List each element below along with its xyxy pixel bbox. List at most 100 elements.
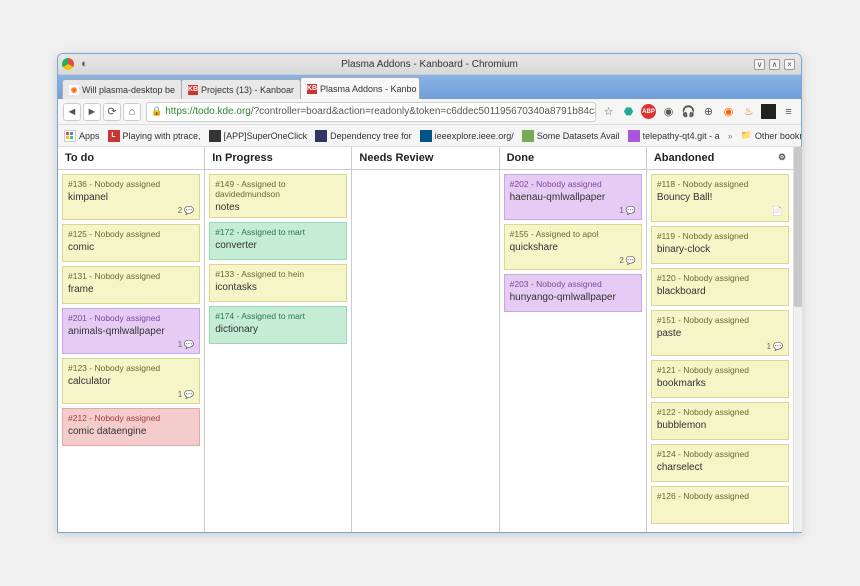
kanban-card[interactable]: #124 - Nobody assignedcharselect xyxy=(651,444,789,482)
comment-count: 1 xyxy=(767,342,771,351)
kanban-card[interactable]: #120 - Nobody assigned blackboard xyxy=(651,268,789,306)
column-body: #118 - Nobody assignedBouncy Ball! #119 -… xyxy=(647,170,793,532)
column-header: Done xyxy=(500,147,646,170)
browser-tab[interactable]: KBProjects (13) - Kanboar× xyxy=(181,79,301,99)
card-meta: #118 - Nobody assigned xyxy=(657,179,783,189)
ext2-icon[interactable]: ◉ xyxy=(661,104,676,119)
bookmark-icon xyxy=(522,130,534,142)
bookmark-label: ieeexplore.ieee.org/ xyxy=(435,131,514,141)
board-column: In Progress #149 - Assigned to davidedmun… xyxy=(205,147,352,532)
card-title: calculator xyxy=(68,376,194,387)
kanban-card[interactable]: #126 - Nobody assigned xyxy=(651,486,789,524)
card-meta: #174 - Assigned to mart xyxy=(215,311,341,321)
column-body xyxy=(352,170,498,532)
ext3-icon[interactable]: ⊕ xyxy=(701,104,716,119)
card-title: icontasks xyxy=(215,282,341,293)
card-footer: 1 xyxy=(68,340,194,349)
card-title: bookmarks xyxy=(657,378,783,389)
card-title: frame xyxy=(68,284,194,295)
bookmark-item[interactable]: Some Datasets Avail xyxy=(522,130,620,142)
kanban-card[interactable]: #174 - Assigned to martdictionary xyxy=(209,306,347,344)
bookmark-item[interactable]: [APP]SuperOneClick xyxy=(209,130,308,142)
card-meta: #201 - Nobody assigned xyxy=(68,313,194,323)
kanban-card[interactable]: #203 - Nobody assignedhunyango-qmlwallpa… xyxy=(504,274,642,312)
kanban-card[interactable]: #121 - Nobody assignedbookmarks xyxy=(651,360,789,398)
forward-button[interactable]: ► xyxy=(83,103,101,121)
tab-favicon: KB xyxy=(307,84,317,94)
kanban-card[interactable]: #136 - Nobody assignedkimpanel2 xyxy=(62,174,200,220)
card-footer: 1 xyxy=(510,206,636,215)
bookmark-item[interactable]: Dependency tree for xyxy=(315,130,412,142)
kanban-card[interactable]: #131 - Nobody assignedframe xyxy=(62,266,200,304)
card-meta: #123 - Nobody assigned xyxy=(68,363,194,373)
lock-icon: 🔒 xyxy=(151,106,162,117)
minimize-button[interactable]: ∨ xyxy=(754,59,765,70)
bookmark-item[interactable]: ieeexplore.ieee.org/ xyxy=(420,130,514,142)
board-column: To do #136 - Nobody assignedkimpanel2 #125… xyxy=(58,147,205,532)
headphones-icon[interactable]: 🎧 xyxy=(681,104,696,119)
scroll-thumb[interactable] xyxy=(794,147,802,307)
kanban-card[interactable]: #125 - Nobody assignedcomic xyxy=(62,224,200,262)
column-title: Done xyxy=(507,152,535,164)
browser-tab[interactable]: KBPlasma Addons - Kanbo× xyxy=(300,77,420,99)
browser-tab[interactable]: ◉Will plasma-desktop be× xyxy=(62,79,182,99)
card-title: notes xyxy=(215,202,341,213)
card-title: paste xyxy=(657,328,783,339)
close-button[interactable]: × xyxy=(784,59,795,70)
flame-icon[interactable]: ♨ xyxy=(741,104,756,119)
bookmark-item[interactable]: Apps xyxy=(64,130,100,142)
bookmark-label: Playing with ptrace, xyxy=(123,131,201,141)
ext4-icon[interactable] xyxy=(761,104,776,119)
reddit-icon[interactable]: ◉ xyxy=(721,104,736,119)
card-footer: 2 xyxy=(510,256,636,265)
home-button[interactable]: ⌂ xyxy=(123,103,141,121)
column-title: In Progress xyxy=(212,152,273,164)
kanban-card[interactable]: #212 - Nobody assigned comic dataengine xyxy=(62,408,200,446)
menu-icon[interactable]: ≡ xyxy=(781,104,796,119)
kanban-card[interactable]: #202 - Nobody assignedhaenau-qmlwallpape… xyxy=(504,174,642,220)
tab-label: Plasma Addons - Kanbo xyxy=(320,84,417,94)
card-meta: #203 - Nobody assigned xyxy=(510,279,636,289)
bookmark-item[interactable]: LPlaying with ptrace, xyxy=(108,130,201,142)
card-meta: #212 - Nobody assigned xyxy=(68,413,194,423)
kanban-card[interactable]: #172 - Assigned to martconverter xyxy=(209,222,347,260)
card-meta: #120 - Nobody assigned xyxy=(657,273,783,283)
bookmark-item[interactable]: telepathy-qt4.git - a xyxy=(628,130,720,142)
other-bookmarks[interactable]: 📁Other bookmarks xyxy=(741,130,801,141)
star-icon[interactable]: ☆ xyxy=(601,104,616,119)
card-title: blackboard xyxy=(657,286,783,297)
kanban-card[interactable]: #155 - Assigned to apolquickshare2 xyxy=(504,224,642,270)
card-footer: 2 xyxy=(68,206,194,215)
url-bar[interactable]: 🔒 https://todo.kde.org/?controller=board… xyxy=(146,102,596,122)
ext1-icon[interactable]: ⬣ xyxy=(621,104,636,119)
kanban-card[interactable]: #123 - Nobody assignedcalculator1 xyxy=(62,358,200,404)
card-meta: #119 - Nobody assigned xyxy=(657,231,783,241)
bookmark-label: [APP]SuperOneClick xyxy=(224,131,308,141)
card-footer: 1 xyxy=(657,342,783,351)
kanban-card[interactable]: #151 - Nobody assignedpaste1 xyxy=(651,310,789,356)
card-meta: #149 - Assigned to davidedmundson xyxy=(215,179,341,199)
kanban-card[interactable]: #149 - Assigned to davidedmundson notes xyxy=(209,174,347,218)
kanban-card[interactable]: #118 - Nobody assignedBouncy Ball! xyxy=(651,174,789,222)
bookmark-label: Apps xyxy=(79,131,100,141)
bookmark-overflow-icon[interactable]: » xyxy=(728,131,733,141)
card-title: bubblemon xyxy=(657,420,783,431)
card-meta: #133 - Assigned to hein xyxy=(215,269,341,279)
kanban-card[interactable]: #122 - Nobody assignedbubblemon xyxy=(651,402,789,440)
kanban-card[interactable]: #133 - Assigned to hein icontasks xyxy=(209,264,347,302)
abp-icon[interactable]: ABP xyxy=(641,104,656,119)
reload-button[interactable]: ⟳ xyxy=(103,103,121,121)
back-button[interactable]: ◄ xyxy=(63,103,81,121)
titlebar: ◐ Plasma Addons - Kanboard - Chromium ∨ … xyxy=(58,54,801,75)
scrollbar[interactable] xyxy=(793,147,802,532)
column-header: Abandoned⚙ xyxy=(647,147,793,170)
column-header: To do xyxy=(58,147,204,170)
card-title: comic dataengine xyxy=(68,426,194,437)
kanban-card[interactable]: #201 - Nobody assignedanimals-qmlwallpap… xyxy=(62,308,200,354)
kanban-card[interactable]: #119 - Nobody assignedbinary-clock xyxy=(651,226,789,264)
maximize-button[interactable]: ∧ xyxy=(769,59,780,70)
gear-icon[interactable]: ⚙ xyxy=(778,152,786,164)
card-meta: #202 - Nobody assigned xyxy=(510,179,636,189)
card-title: converter xyxy=(215,240,341,251)
card-meta: #124 - Nobody assigned xyxy=(657,449,783,459)
